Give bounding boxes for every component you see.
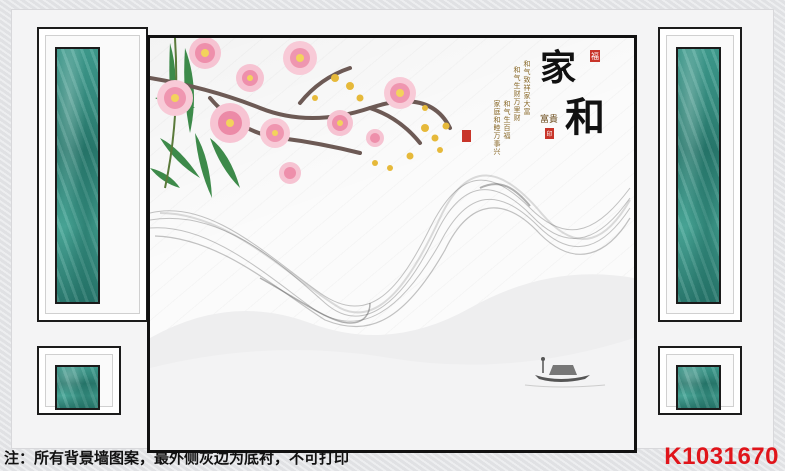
right-small-marble-inlay — [676, 365, 721, 410]
calligraphy-subtitle: 富貴 — [540, 115, 559, 125]
seal-poem — [462, 130, 471, 142]
footer-caption: 注：所有背景墙图案，最外侧灰边为底衬，不可打印 — [4, 449, 350, 467]
poem-line-2: 和气生财万里财 — [513, 66, 521, 122]
left-tall-marble-inlay — [55, 47, 100, 304]
product-code: K1031670 — [664, 443, 779, 470]
calligraphy-block: 福 家 和 富貴 印 — [535, 46, 625, 156]
left-small-marble-inlay — [55, 365, 100, 410]
center-feature-panel: 福 家 和 富貴 印 和气致祥家大富 和气生财万里财 和气生百福 家庭和睦万事兴 — [147, 35, 637, 453]
poem-line-4: 家庭和睦万事兴 — [493, 100, 501, 156]
poem-line-1: 和气致祥家大富 — [523, 60, 531, 116]
seal-top: 福 — [590, 50, 600, 62]
poem-line-3: 和气生百福 — [503, 100, 511, 140]
seal-bottom: 印 — [545, 128, 554, 139]
right-tall-marble-inlay — [676, 47, 721, 304]
calligraphy-char-he: 和 — [565, 94, 605, 141]
calligraphy-char-jia: 家 — [540, 47, 577, 89]
